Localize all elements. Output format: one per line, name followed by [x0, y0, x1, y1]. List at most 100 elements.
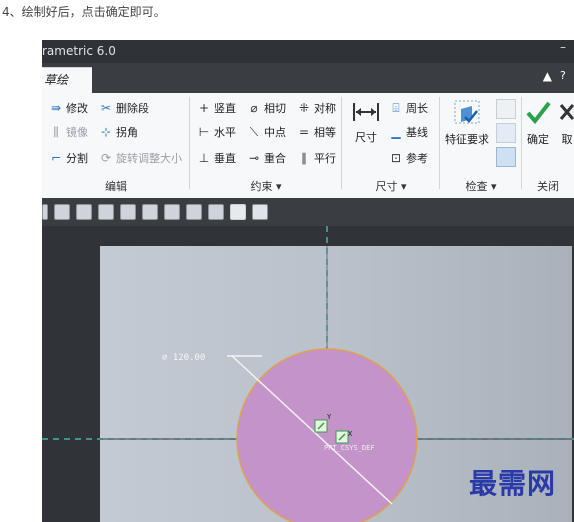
- cancel-x-icon: [559, 104, 574, 120]
- delete-segment-button[interactable]: ✂ 删除段: [98, 99, 149, 117]
- feature-requirements-icon: [454, 100, 480, 124]
- symmetric-label: 对称: [314, 102, 336, 115]
- parallel-icon: ∥: [301, 151, 307, 165]
- cancel-button[interactable]: 取: [558, 99, 574, 147]
- sketch-overlay: ⌀ 120.00 Y X PRT_CSYS_DEF: [42, 226, 574, 522]
- help-icon[interactable]: ?: [560, 69, 574, 85]
- equal-label: 相等: [314, 126, 336, 139]
- refit-icon[interactable]: [42, 204, 48, 220]
- delete-segment-label: 删除段: [116, 102, 149, 115]
- vertical-icon: +: [198, 101, 210, 115]
- inspect-open-ends-icon[interactable]: [496, 147, 516, 167]
- mirror-label: 镜像: [66, 126, 88, 139]
- vertical-label: 竖直: [214, 102, 236, 115]
- delete-segment-icon: ✂: [100, 101, 112, 115]
- collapse-ribbon-icon[interactable]: ▲: [543, 69, 552, 83]
- perimeter-button[interactable]: ⌹ 周长: [388, 99, 428, 117]
- midpoint-button[interactable]: ⟍ 中点: [246, 123, 286, 141]
- inspect-shapes-icon[interactable]: [496, 99, 516, 119]
- step-caption: 4、绘制好后，点击确定即可。: [2, 5, 166, 19]
- dimension-label: 尺寸: [355, 131, 377, 144]
- display-style-icon[interactable]: [120, 204, 136, 220]
- vertical-button[interactable]: + 竖直: [196, 99, 236, 117]
- modify-button[interactable]: ⇛ 修改: [48, 99, 88, 117]
- ok-button[interactable]: 确定: [522, 99, 554, 147]
- midpoint-icon: ⟍: [249, 125, 259, 139]
- ribbon: ⇛ 修改 ✂ 删除段 ⫼ 镜像 ⊹ 拐角 ⌐ 分割 ⟳ 旋转调整大小 编辑 + …: [42, 93, 574, 199]
- repaint-icon[interactable]: [98, 204, 114, 220]
- modify-icon: ⇛: [50, 101, 62, 115]
- horizontal-button[interactable]: ⊢ 水平: [196, 123, 236, 141]
- corner-label: 拐角: [116, 126, 138, 139]
- perpendicular-label: 垂直: [214, 152, 236, 165]
- equal-button[interactable]: = 相等: [296, 123, 336, 141]
- zoom-out-icon[interactable]: [76, 204, 92, 220]
- group-label-dimension[interactable]: 尺寸 ▾: [342, 178, 440, 194]
- symmetric-icon: ⁜: [298, 101, 310, 115]
- graphics-toolbar-icons: [42, 202, 271, 222]
- datum-display-icon[interactable]: [208, 204, 224, 220]
- equal-icon: =: [298, 125, 310, 139]
- group-dimension: 尺寸 ⌹ 周长 ▁ 基线 ⊡ 参考 尺寸 ▾: [342, 93, 440, 198]
- dimension-icon: [353, 103, 379, 121]
- sketch-view-icon[interactable]: [230, 204, 246, 220]
- group-label-close: 关闭: [537, 180, 559, 193]
- modify-label: 修改: [66, 102, 88, 115]
- baseline-label: 基线: [406, 126, 428, 139]
- view-manager-icon[interactable]: [164, 204, 180, 220]
- perspective-icon[interactable]: [186, 204, 202, 220]
- rotate-resize-icon: ⟳: [100, 151, 112, 165]
- group-label-constraint[interactable]: 约束 ▾: [190, 178, 342, 194]
- zoom-in-icon[interactable]: [54, 204, 70, 220]
- feature-requirements-button[interactable]: 特征要求: [442, 99, 492, 147]
- cancel-label: 取: [561, 133, 573, 146]
- tangent-icon: ⌀: [250, 101, 258, 115]
- divide-label: 分割: [66, 152, 88, 165]
- coincident-button[interactable]: ⊸ 重合: [246, 149, 286, 167]
- horizontal-label: 水平: [214, 126, 236, 139]
- perimeter-icon: ⌹: [392, 101, 400, 115]
- parallel-button[interactable]: ∥ 平行: [296, 149, 336, 167]
- divide-button[interactable]: ⌐ 分割: [48, 149, 88, 167]
- saved-orientations-icon[interactable]: [142, 204, 158, 220]
- tangent-label: 相切: [264, 102, 286, 115]
- graphics-toolbar: [42, 198, 574, 226]
- rotate-resize-label: 旋转调整大小: [116, 152, 182, 165]
- perpendicular-button[interactable]: ⊥ 垂直: [196, 149, 236, 167]
- horizontal-icon: ⊢: [198, 125, 210, 139]
- inspect-overlap-icon[interactable]: [496, 123, 516, 143]
- perimeter-label: 周长: [406, 102, 428, 115]
- app-window: rametric 6.0 – 草绘 ▲ ? ⇛ 修改 ✂ 删除段 ⫼ 镜像 ⊹ …: [42, 40, 574, 522]
- divide-icon: ⌐: [50, 151, 62, 165]
- baseline-button[interactable]: ▁ 基线: [388, 123, 428, 141]
- diameter-dimension-text[interactable]: ⌀ 120.00: [162, 353, 205, 363]
- ok-label: 确定: [527, 133, 549, 146]
- feature-requirements-label: 特征要求: [445, 133, 489, 146]
- baseline-icon: ▁: [391, 125, 401, 139]
- corner-button[interactable]: ⊹ 拐角: [98, 123, 138, 141]
- ribbon-tab-bar: 草绘 ▲ ?: [42, 63, 574, 93]
- reference-button[interactable]: ⊡ 参考: [388, 149, 428, 167]
- sketch-circle[interactable]: [236, 348, 418, 522]
- group-label-edit: 编辑: [105, 180, 127, 193]
- rotate-resize-button[interactable]: ⟳ 旋转调整大小: [98, 149, 182, 167]
- title-bar: rametric 6.0 –: [42, 40, 574, 63]
- group-close: 确定 取 关闭: [522, 93, 574, 198]
- dimension-button[interactable]: 尺寸: [346, 99, 386, 145]
- tab-sketch[interactable]: 草绘: [42, 67, 92, 93]
- parallel-label: 平行: [314, 152, 336, 165]
- sketcher-display-icon[interactable]: [252, 204, 268, 220]
- perpendicular-icon: ⊥: [198, 151, 210, 165]
- ok-checkmark-icon: [526, 101, 551, 125]
- tangent-button[interactable]: ⌀ 相切: [246, 99, 286, 117]
- group-label-inspect[interactable]: 检查 ▾: [440, 178, 522, 194]
- minimize-icon[interactable]: –: [560, 40, 570, 60]
- reference-label: 参考: [406, 152, 428, 165]
- corner-icon: ⊹: [100, 125, 112, 139]
- reference-icon: ⊡: [390, 151, 402, 165]
- coincident-icon: ⊸: [248, 151, 260, 165]
- group-constraint: + 竖直 ⌀ 相切 ⁜ 对称 ⊢ 水平 ⟍ 中点 = 相等 ⊥ 垂直 ⊸ 重合 …: [190, 93, 342, 198]
- csys-label: PRT_CSYS_DEF: [324, 444, 375, 452]
- symmetric-button[interactable]: ⁜ 对称: [296, 99, 336, 117]
- mirror-button[interactable]: ⫼ 镜像: [48, 123, 88, 141]
